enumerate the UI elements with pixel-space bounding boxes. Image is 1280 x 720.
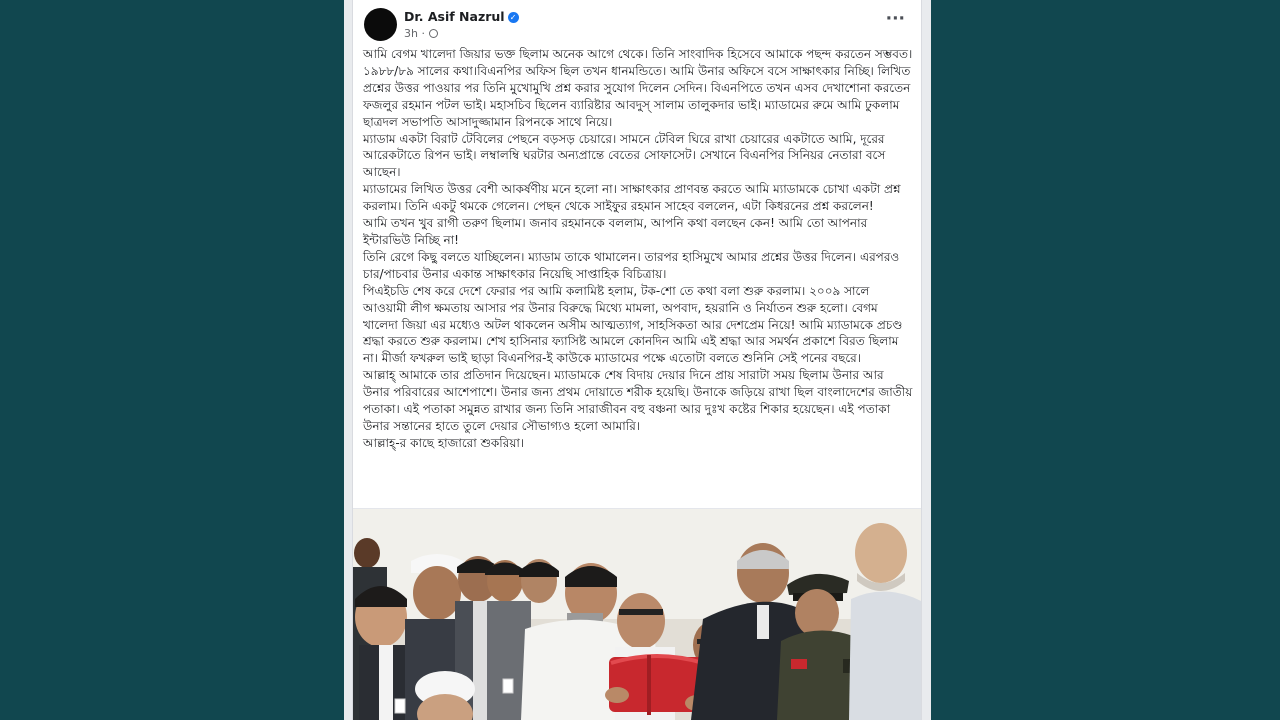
author-name-row: Dr. Asif Nazrul ✓ xyxy=(404,9,519,24)
post-paragraph: তিনি রেগে কিছু বলতে যাচ্ছিলেন। ম্যাডাম ত… xyxy=(363,249,900,281)
author-avatar[interactable] xyxy=(364,8,397,41)
globe-icon xyxy=(429,29,439,38)
post-paragraph: ম্যাডাম একটা বিরাট টেবিলের পেছনে বড়সড় … xyxy=(363,131,886,180)
screen-background: Dr. Asif Nazrul ✓ 3h · ··· আমি বেগম খালেদ… xyxy=(0,0,1280,720)
meta-separator: · xyxy=(421,27,425,40)
more-options-icon[interactable]: ··· xyxy=(886,11,905,28)
author-name[interactable]: Dr. Asif Nazrul xyxy=(404,9,505,24)
post-paragraph: ম্যাডামের লিখিত উত্তর বেশী আকর্ষণীয় মনে… xyxy=(363,182,901,214)
post-text: আমি বেগম খালেদা জিয়ার ভক্ত ছিলাম অনেক আ… xyxy=(363,46,913,452)
post-paragraph: আমি তখন খুব রাগী তরুণ ছিলাম। জনাব রহমানক… xyxy=(363,216,868,247)
post-paragraph: আল্লাহ্-র কাছে হাজারো শুকরিয়া। xyxy=(363,435,525,450)
post-meta: 3h · xyxy=(404,27,439,40)
post-photo[interactable] xyxy=(353,509,921,720)
post-header: Dr. Asif Nazrul ✓ 3h · ··· xyxy=(363,8,911,42)
verified-badge-icon: ✓ xyxy=(507,12,519,23)
post-paragraph: আমি বেগম খালেদা জিয়ার ভক্ত ছিলাম অনেক আ… xyxy=(363,47,913,129)
post-paragraph: আল্লাহ্ আমাকে তার প্রতিদান দিয়েছেন। ম্য… xyxy=(363,368,913,433)
post-paragraph: পিএইচডি শেষ করে দেশে ফেরার পর আমি কলামিষ… xyxy=(363,283,903,366)
post-time[interactable]: 3h xyxy=(404,27,418,40)
facebook-post-card: Dr. Asif Nazrul ✓ 3h · ··· আমি বেগম খালেদ… xyxy=(352,0,922,720)
post-photo-illustration xyxy=(353,509,921,720)
